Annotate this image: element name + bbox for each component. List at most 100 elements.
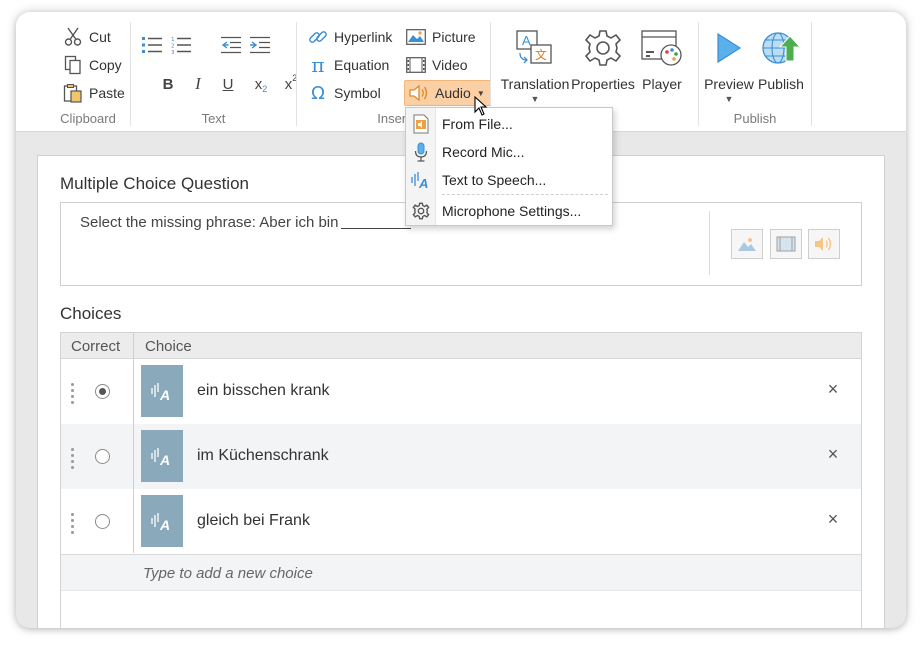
copy-button[interactable]: Copy	[62, 53, 122, 77]
group-divider	[811, 22, 812, 126]
svg-text:A: A	[418, 176, 428, 190]
column-header-choice: Choice	[145, 338, 192, 355]
bold-button[interactable]: B	[157, 73, 179, 95]
symbol-button[interactable]: Ω Symbol	[307, 81, 381, 105]
app-window: Cut Copy Paste Clipboard 1 2 3 B I U x 2…	[16, 12, 906, 628]
italic-button[interactable]: I	[187, 73, 209, 95]
correct-radio[interactable]	[95, 514, 110, 529]
picture-label: Picture	[432, 29, 476, 45]
text-to-speech-tile[interactable]: A	[141, 365, 183, 417]
menu-item-label: Microphone Settings...	[442, 203, 582, 219]
paste-label: Paste	[89, 85, 125, 101]
publish-button[interactable]: Publish	[755, 26, 807, 92]
hyperlink-label: Hyperlink	[334, 29, 393, 45]
correct-radio[interactable]	[95, 384, 110, 399]
choice-text[interactable]: ein bisschen krank	[197, 382, 330, 400]
properties-button[interactable]: Properties	[570, 26, 636, 92]
chevron-down-icon: ▼	[724, 94, 734, 104]
picture-button[interactable]: Picture	[405, 25, 476, 49]
player-label: Player	[642, 76, 682, 92]
clipboard-paste-icon	[62, 82, 84, 104]
voice-a-icon: A	[151, 513, 170, 532]
svg-text:A: A	[159, 387, 170, 402]
voice-a-icon: A	[151, 448, 170, 467]
decrease-indent-icon[interactable]	[220, 34, 242, 56]
hyperlink-button[interactable]: Hyperlink	[307, 25, 392, 49]
menu-item-from-file[interactable]: From File...	[406, 111, 612, 137]
column-divider	[133, 333, 134, 553]
correct-radio[interactable]	[95, 449, 110, 464]
translation-button[interactable]: A文 Translation ▼	[500, 26, 570, 104]
speaker-icon	[408, 82, 430, 104]
audio-label: Audio	[435, 85, 471, 101]
table-row: A gleich bei Frank ×	[61, 489, 861, 554]
globe-upload-icon	[759, 26, 803, 70]
picture-icon	[738, 238, 756, 251]
drag-handle-icon[interactable]	[71, 448, 75, 469]
media-divider	[709, 211, 710, 275]
omega-icon: Ω	[311, 82, 325, 104]
svg-text:文: 文	[535, 47, 547, 62]
delete-choice-icon[interactable]: ×	[825, 379, 841, 400]
cut-button[interactable]: Cut	[62, 25, 111, 49]
choices-section-title: Choices	[60, 304, 122, 323]
publish-label: Publish	[758, 76, 804, 92]
answer-blank	[341, 228, 412, 229]
menu-separator	[442, 194, 608, 195]
drag-handle-icon[interactable]	[71, 513, 75, 534]
mouse-cursor-icon	[474, 95, 488, 121]
question-text-content: Select the missing phrase: Aber ich bin	[80, 214, 339, 231]
question-text: Select the missing phrase: Aber ich bin	[80, 214, 412, 231]
menu-item-text-to-speech[interactable]: A Text to Speech...	[406, 167, 612, 193]
chevron-down-icon: ▼	[530, 94, 540, 104]
underline-button[interactable]: U	[217, 73, 239, 95]
svg-text:3: 3	[171, 50, 175, 54]
play-icon	[707, 26, 751, 70]
add-choice-row[interactable]: Type to add a new choice	[61, 554, 861, 591]
insert-picture-button[interactable]	[731, 229, 763, 259]
svg-text:2: 2	[171, 44, 175, 50]
menu-item-microphone-settings[interactable]: Microphone Settings...	[406, 198, 612, 224]
drag-handle-icon[interactable]	[71, 383, 75, 404]
link-icon	[307, 26, 329, 48]
player-button[interactable]: Player	[636, 26, 688, 92]
insert-video-button[interactable]	[770, 229, 802, 259]
text-to-speech-tile[interactable]: A	[141, 495, 183, 547]
bullet-list-icon[interactable]	[141, 34, 163, 56]
svg-text:1: 1	[171, 37, 175, 43]
audio-dropdown-menu: From File... Record Mic... A Text to Spe…	[405, 107, 613, 226]
preview-button[interactable]: Preview ▼	[703, 26, 755, 104]
equation-button[interactable]: π Equation	[307, 53, 389, 77]
paste-button[interactable]: Paste	[62, 81, 125, 105]
choice-text[interactable]: gleich bei Frank	[197, 512, 310, 530]
audio-file-icon	[406, 111, 436, 137]
subscript-button[interactable]: x2	[250, 73, 272, 95]
subscript-x: x	[254, 75, 263, 93]
choice-text[interactable]: im Küchenschrank	[197, 447, 329, 465]
picture-icon	[405, 26, 427, 48]
subscript-mark: 2	[262, 84, 268, 94]
insert-audio-button[interactable]	[808, 229, 840, 259]
video-button[interactable]: Video	[405, 53, 468, 77]
delete-choice-icon[interactable]: ×	[825, 444, 841, 465]
voice-a-icon: A	[151, 383, 170, 402]
microphone-icon	[406, 139, 436, 165]
equation-label: Equation	[334, 57, 390, 73]
properties-label: Properties	[571, 76, 635, 92]
text-group: 123 B I U x2 x2 Text	[131, 12, 297, 132]
increase-indent-icon[interactable]	[249, 34, 271, 56]
text-to-speech-tile[interactable]: A	[141, 430, 183, 482]
question-section-title: Multiple Choice Question	[60, 174, 249, 193]
numbered-list-icon[interactable]: 123	[170, 34, 192, 56]
gear-icon	[406, 198, 436, 224]
menu-item-record-mic[interactable]: Record Mic...	[406, 139, 612, 165]
symbol-label: Symbol	[334, 85, 381, 101]
copy-icon	[62, 54, 84, 76]
video-label: Video	[432, 57, 468, 73]
delete-choice-icon[interactable]: ×	[825, 509, 841, 530]
table-row: A im Küchenschrank ×	[61, 424, 861, 489]
scissors-icon	[62, 26, 84, 48]
preview-label: Preview	[704, 76, 754, 92]
text-to-speech-icon: A	[406, 167, 436, 193]
cut-label: Cut	[89, 29, 111, 45]
